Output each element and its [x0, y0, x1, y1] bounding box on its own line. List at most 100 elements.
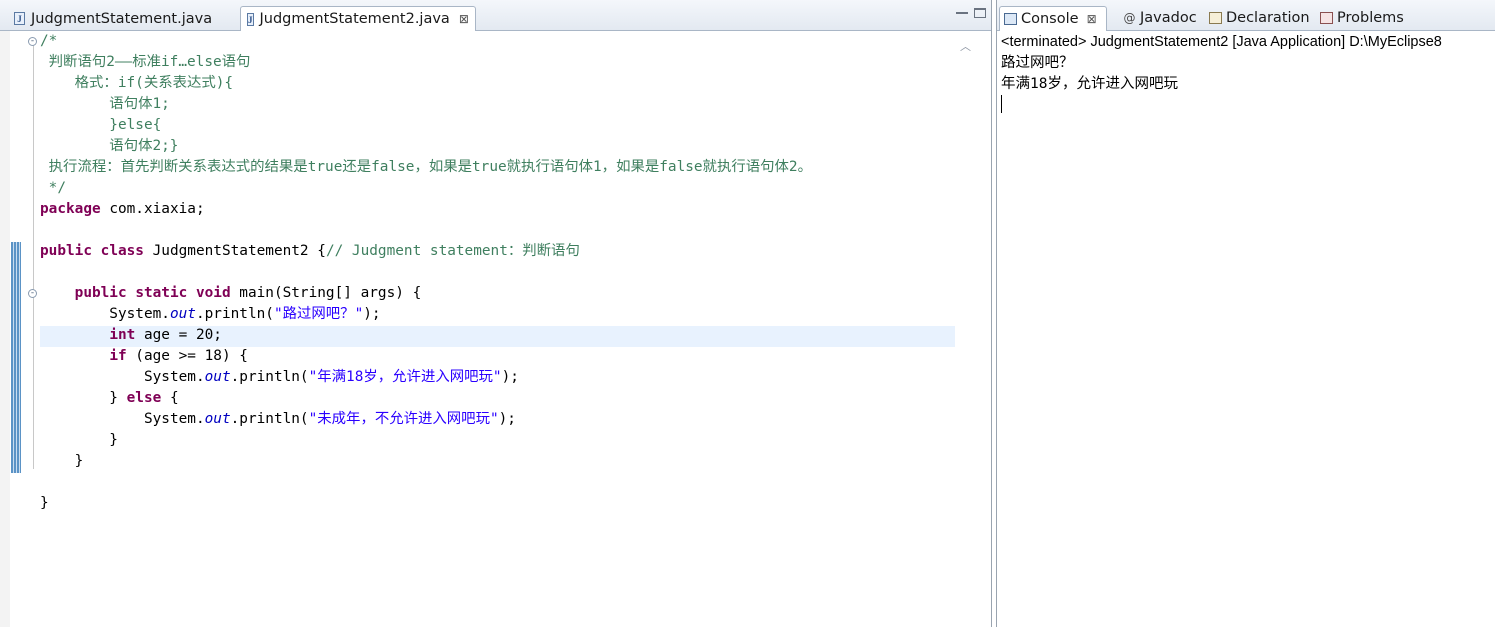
code-token: ); — [498, 411, 516, 427]
code-line[interactable]: }else{ — [40, 115, 161, 136]
overview-ruler-left — [0, 31, 10, 627]
code-token: System. — [40, 369, 205, 385]
code-token: // Judgment statement：判断语句 — [325, 243, 580, 259]
code-token: } — [40, 453, 84, 469]
maximize-icon[interactable] — [974, 8, 986, 18]
code-token: out — [204, 369, 231, 385]
code-line[interactable]: /* — [40, 31, 57, 52]
code-token: out — [169, 306, 196, 322]
editor-pane: J JudgmentStatement.java J JudgmentState… — [0, 0, 992, 627]
code-token: .println( — [230, 369, 309, 385]
code-token: main(String[] args) { — [230, 285, 422, 301]
scroll-up-icon[interactable]: ︿ — [960, 38, 972, 53]
code-token: else — [126, 390, 162, 406]
tab-label: JudgmentStatement.java — [31, 10, 213, 27]
code-line[interactable]: if (age >= 18) { — [40, 346, 248, 367]
code-token: 判断语句2——标准if…else语句 — [40, 54, 251, 70]
vertical-scrollbar[interactable]: ︿ — [955, 31, 991, 627]
code-token: class — [100, 243, 144, 259]
quick-diff-change-marker — [11, 242, 21, 473]
code-line[interactable]: */ — [40, 178, 66, 199]
code-token: void — [195, 285, 231, 301]
java-file-icon: J — [14, 12, 25, 25]
code-line[interactable]: 语句体2;} — [40, 136, 178, 157]
console-icon — [1004, 13, 1017, 25]
code-line[interactable]: } — [40, 451, 84, 472]
at-icon: @ — [1123, 11, 1136, 25]
close-tab-icon[interactable]: ⊠ — [1087, 12, 1097, 26]
code-token: .println( — [230, 411, 309, 427]
code-token: ); — [363, 306, 381, 322]
console-status-line: <terminated> JudgmentStatement2 [Java Ap… — [1001, 34, 1442, 50]
code-token: "年满18岁，允许进入网吧玩" — [308, 369, 502, 385]
close-tab-icon[interactable]: ⊠ — [459, 12, 469, 26]
tab-judgmentstatement2[interactable]: J JudgmentStatement2.java ⊠ — [240, 6, 476, 31]
tab-javadoc[interactable]: @ Javadoc — [1119, 7, 1201, 29]
code-token: public — [74, 285, 127, 301]
code-line[interactable]: 格式：if(关系表达式){ — [40, 73, 233, 94]
code-token: if — [109, 348, 127, 364]
code-token: "未成年，不允许进入网吧玩" — [308, 411, 499, 427]
tab-label: JudgmentStatement2.java — [259, 11, 450, 27]
tab-declaration[interactable]: Declaration — [1205, 7, 1314, 29]
console-pane: Console ⊠ @ Javadoc Declaration Problems… — [996, 0, 1495, 627]
code-token: 执行流程：首先判断关系表达式的结果是true还是false，如果是true就执行… — [40, 159, 812, 175]
code-token: } — [40, 432, 118, 448]
code-line[interactable]: public static void main(String[] args) { — [40, 283, 422, 304]
code-line[interactable]: } — [40, 493, 49, 514]
code-token: ); — [501, 369, 519, 385]
code-token: static — [135, 285, 188, 301]
fold-collapse-icon[interactable]: - — [28, 37, 37, 46]
code-line[interactable]: int age = 20; — [40, 325, 222, 346]
code-token: } — [40, 495, 49, 511]
code-token: age = 20; — [135, 327, 222, 343]
code-line[interactable]: 语句体1; — [40, 94, 170, 115]
text-caret — [1001, 95, 1002, 113]
code-line[interactable]: 判断语句2——标准if…else语句 — [40, 52, 251, 73]
fold-collapse-icon[interactable]: - — [28, 289, 37, 298]
code-line[interactable]: System.out.println("路过网吧？"); — [40, 304, 381, 325]
code-line[interactable]: 执行流程：首先判断关系表达式的结果是true还是false，如果是true就执行… — [40, 157, 812, 178]
code-token: "路过网吧？" — [273, 306, 364, 322]
tab-label: Problems — [1337, 10, 1404, 26]
code-token: .println( — [195, 306, 274, 322]
console-output-line: 年满18岁，允许进入网吧玩 — [1001, 76, 1178, 92]
problems-icon — [1320, 12, 1333, 24]
code-token: /* — [40, 33, 58, 49]
code-token: JudgmentStatement2 { — [143, 243, 326, 259]
code-token: { — [161, 390, 179, 406]
code-token: (age >= 18) { — [126, 348, 248, 364]
code-line[interactable]: package com.xiaxia; — [40, 199, 205, 220]
code-token: 格式：if(关系表达式){ — [40, 75, 234, 91]
console-output-area[interactable]: <terminated> JudgmentStatement2 [Java Ap… — [999, 31, 1495, 627]
tab-judgmentstatement[interactable]: J JudgmentStatement.java — [8, 7, 236, 30]
code-line[interactable]: } — [40, 430, 118, 451]
folding-guide-line — [33, 42, 34, 469]
code-line[interactable]: System.out.println("未成年，不允许进入网吧玩"); — [40, 409, 516, 430]
code-token: out — [204, 411, 231, 427]
tab-label: Console — [1021, 11, 1079, 27]
minimize-icon[interactable] — [956, 8, 968, 14]
java-file-icon: J — [247, 12, 254, 26]
code-token: } — [40, 390, 127, 406]
code-token: */ — [40, 180, 66, 196]
code-token: public — [40, 243, 92, 259]
tab-label: Javadoc — [1140, 10, 1197, 26]
code-token: System. — [40, 411, 205, 427]
code-token: System. — [40, 306, 170, 322]
code-line[interactable]: System.out.println("年满18岁，允许进入网吧玩"); — [40, 367, 519, 388]
code-token: 语句体2;} — [40, 138, 179, 154]
tab-console[interactable]: Console ⊠ — [999, 6, 1107, 31]
code-line[interactable]: } else { — [40, 388, 179, 409]
tab-problems[interactable]: Problems — [1316, 7, 1408, 29]
console-output-line: 路过网吧？ — [1001, 55, 1074, 71]
console-tab-bar: Console ⊠ @ Javadoc Declaration Problems — [997, 0, 1495, 31]
code-line[interactable]: public class JudgmentStatement2 {// Judg… — [40, 241, 580, 262]
code-token: package — [40, 201, 101, 217]
